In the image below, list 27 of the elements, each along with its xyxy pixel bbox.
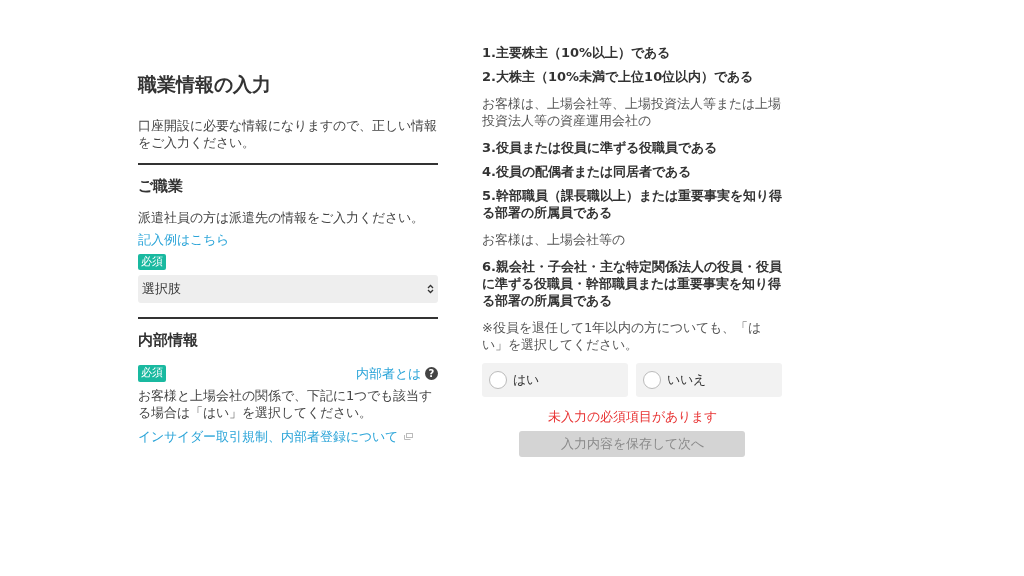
radio-button[interactable] <box>643 371 661 389</box>
external-link-icon <box>404 433 413 441</box>
required-badge: 必須 <box>138 365 166 382</box>
radio-button[interactable] <box>489 371 507 389</box>
select-field[interactable]: 選択肢 <box>138 275 438 303</box>
help-icon: ? <box>425 366 438 380</box>
note-text: お客様は、上場会社等の <box>482 231 626 248</box>
note-text: お客様は、上場会社等、上場投資法人等または上場投資法人等の資産運用会社の <box>482 95 782 129</box>
list-item-text: 1.主要株主（10%以上）である <box>482 44 672 61</box>
list-item-text: 6.親会社・子会社・主な特定関係法人の役員・役員に準ずる役職員・幹部職員または重要事実を知り得る部署の所属員である <box>482 258 782 309</box>
required-badge: 必須 <box>138 253 166 270</box>
list-item-text: 2.大株主（10%未満で上位10位以内）である <box>482 68 755 85</box>
updown-icon <box>427 284 434 294</box>
help-link[interactable]: 内部者とは ? <box>356 363 438 383</box>
note-text: ※役員を退任して1年以内の方についても、「はい」を選択してください。 <box>482 319 763 353</box>
instruction-text: お客様と上場会社の関係で、下記に1つでも該当する場合は「はい」を選択してください。 <box>138 387 434 421</box>
radio-option[interactable]: はい <box>482 363 628 397</box>
page-title: 職業情報の入力 <box>138 72 272 97</box>
section-heading: 内部情報 <box>138 330 199 351</box>
intro-text: 口座開設に必要な情報になりますので、正しい情報をご入力ください。 <box>138 116 438 151</box>
list-item-text: 4.役員の配偶者または同居者である <box>482 163 692 180</box>
section-heading: ご職業 <box>138 175 184 197</box>
instruction-text: 派遣社員の方は派遣先の情報をご入力ください。 <box>138 209 425 226</box>
radio-option[interactable]: いいえ <box>636 363 782 397</box>
list-item-text: 3.役員または役員に準ずる役職員である <box>482 139 718 156</box>
error-message: 未入力の必須項目があります <box>546 408 718 426</box>
list-item-text: 5.幹部職員（課長職以上）または重要事実を知り得る部署の所属員である <box>482 187 782 221</box>
